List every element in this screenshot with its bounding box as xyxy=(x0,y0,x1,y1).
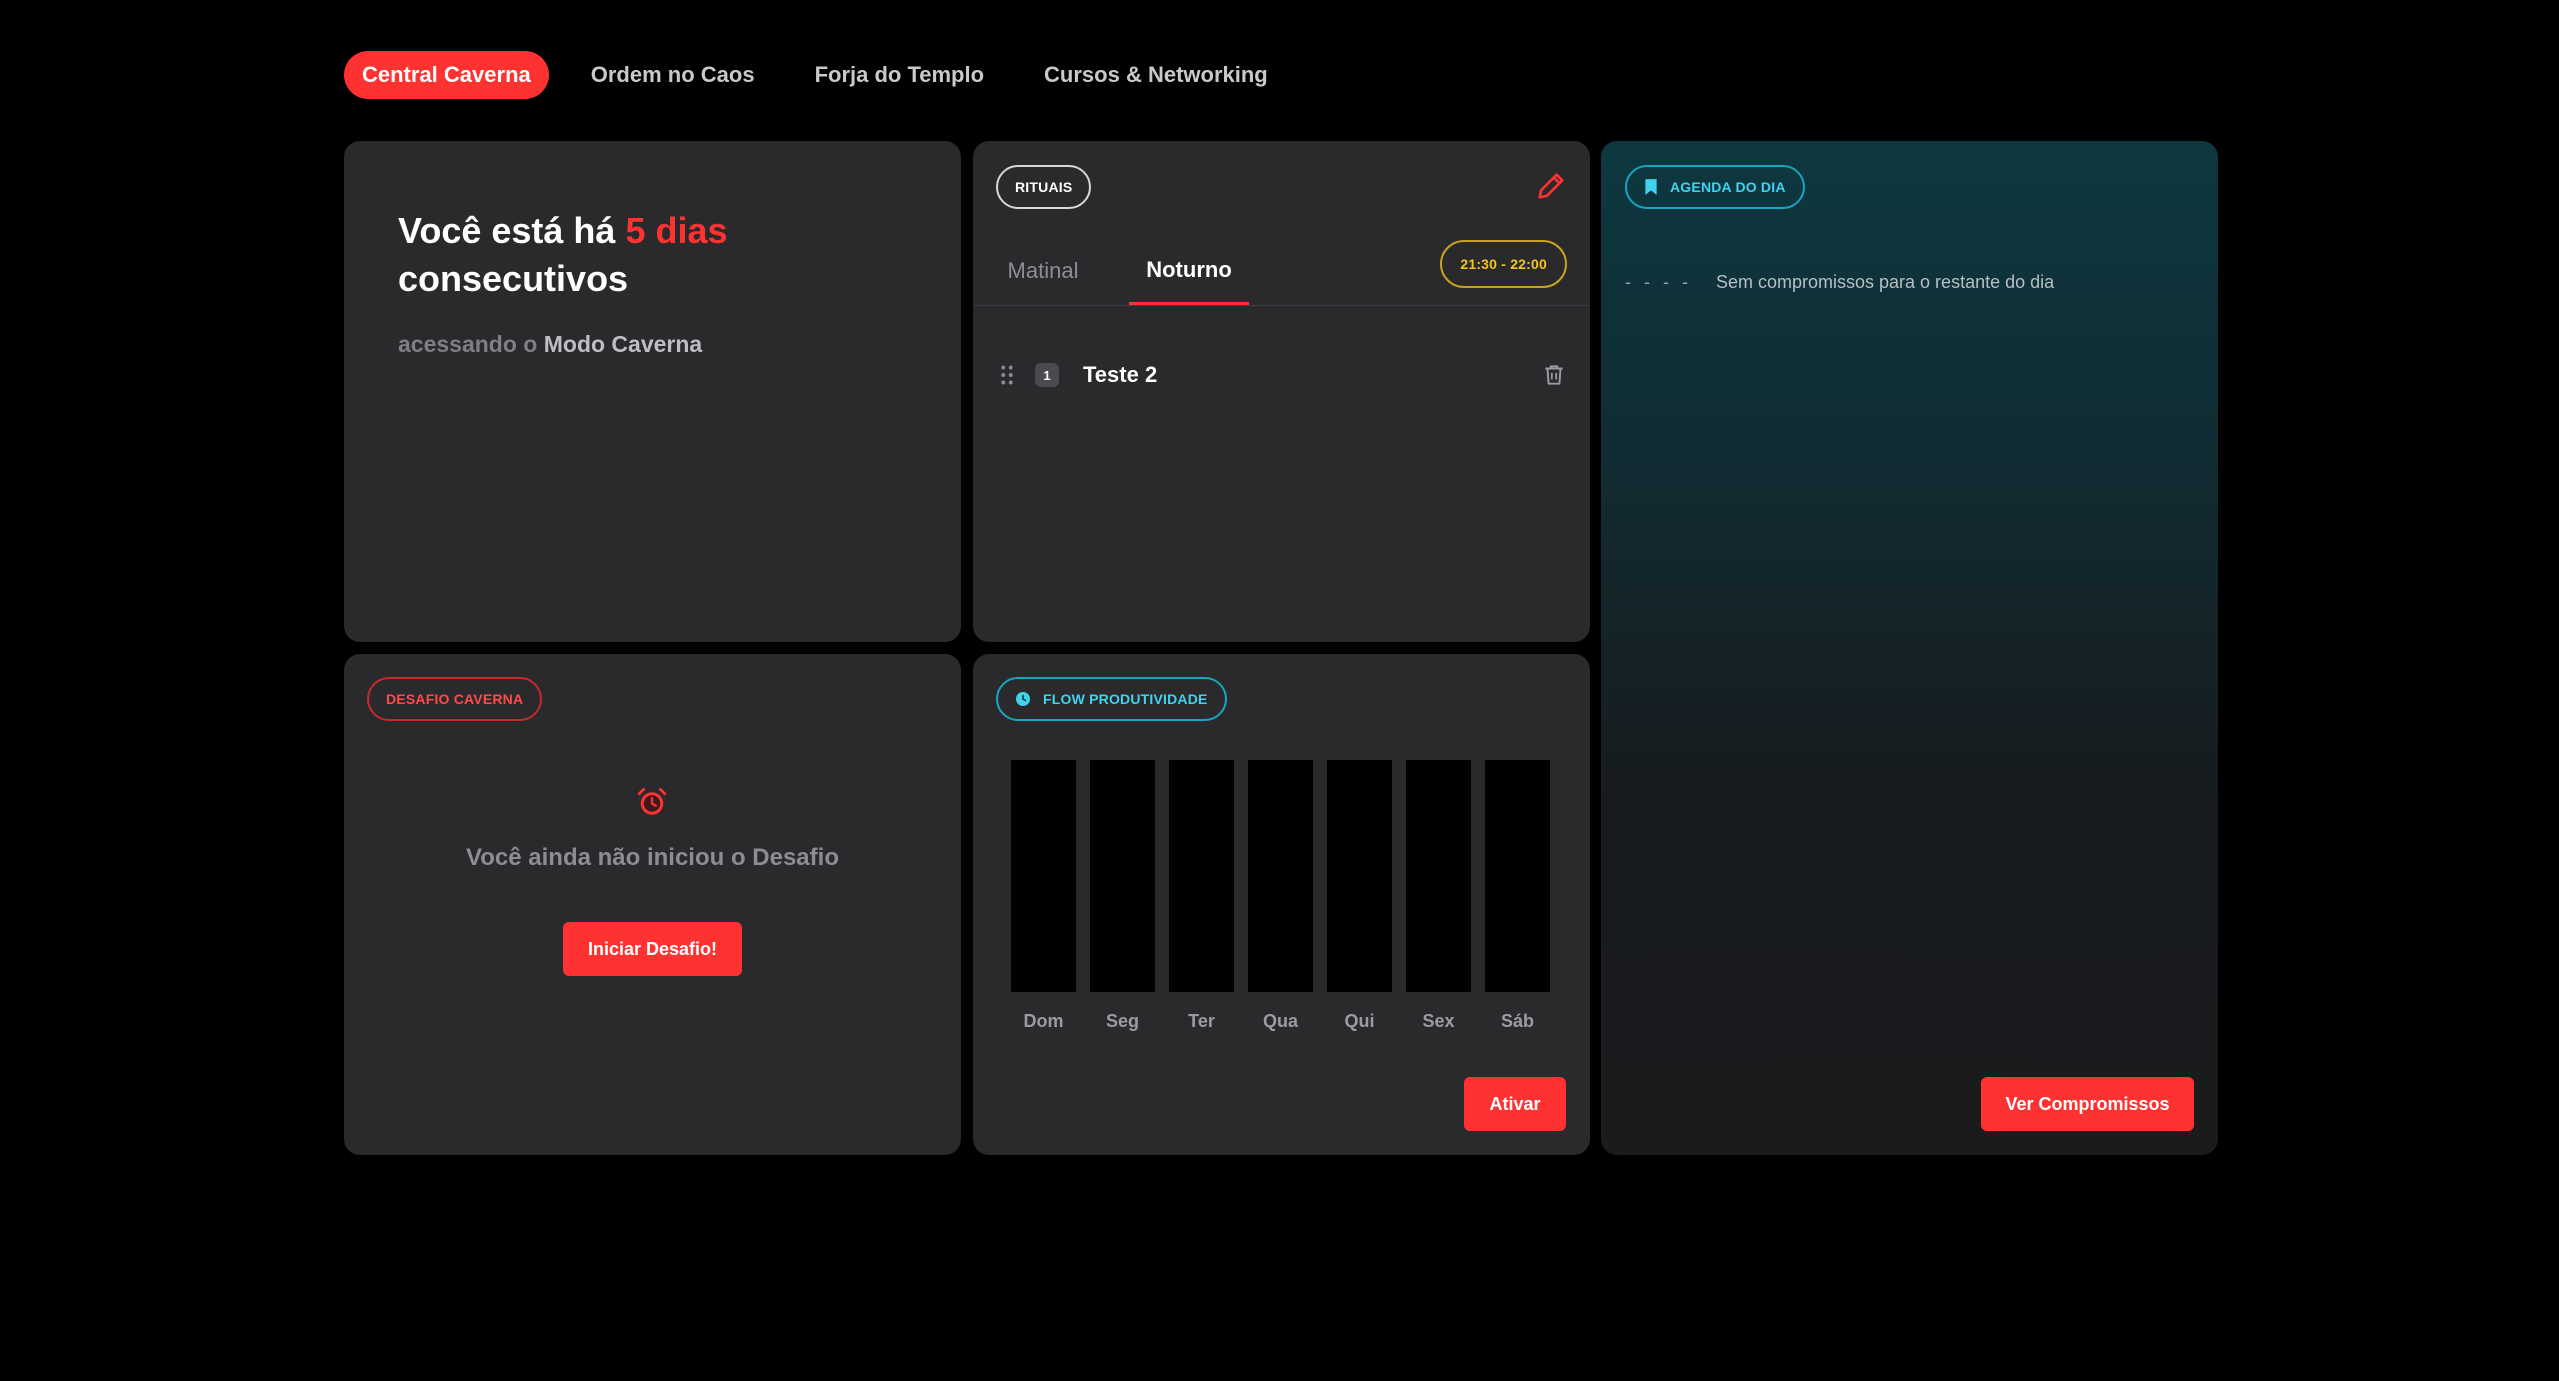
ver-compromissos-button[interactable]: Ver Compromissos xyxy=(1981,1077,2194,1131)
flow-day-label: Ter xyxy=(1188,1011,1215,1031)
flow-day-label: Sáb xyxy=(1500,1011,1534,1031)
flow-day-label: Seg xyxy=(1105,1011,1139,1031)
ritual-name: Teste 2 xyxy=(1083,362,1158,387)
flow-bar-4 xyxy=(1327,760,1392,992)
agenda-badge: AGENDA DO DIA xyxy=(1625,165,1805,209)
streak-days: 5 dias xyxy=(625,210,728,251)
agenda-dashes: - - - - xyxy=(1625,272,1692,292)
flow-badge-label: FLOW PRODUTIVIDADE xyxy=(1043,691,1208,707)
agenda-empty-state: - - - - Sem compromissos para o restante… xyxy=(1625,272,2054,293)
ritual-time-badge: 21:30 - 22:00 xyxy=(1440,240,1567,288)
agenda-empty-text: Sem compromissos para o restante do dia xyxy=(1715,272,2055,292)
flow-bar-2 xyxy=(1169,760,1234,992)
alarm-clock-icon xyxy=(637,787,667,815)
edit-pencil-icon[interactable] xyxy=(1534,169,1568,203)
drag-handle-icon[interactable] xyxy=(997,363,1017,387)
flow-badge: FLOW PRODUTIVIDADE xyxy=(996,677,1227,721)
challenge-status-text: Você ainda não iniciou o Desafio xyxy=(466,844,839,871)
iniciar-desafio-button[interactable]: Iniciar Desafio! xyxy=(563,922,742,976)
ritual-item: 1 Teste 2 xyxy=(997,353,1567,397)
streak-sub-prefix: acessando o xyxy=(398,331,538,357)
rituals-card: RITUAIS Matinal Noturno 21:30 - 22:00 1 … xyxy=(973,141,1590,642)
streak-suffix: consecutivos xyxy=(398,258,629,299)
flow-day-label: Dom xyxy=(1023,1011,1064,1031)
flow-bar-chart xyxy=(1011,760,1550,992)
flow-bar-5 xyxy=(1406,760,1471,992)
nav-central-caverna[interactable]: Central Caverna xyxy=(344,51,549,99)
tab-noturno[interactable]: Noturno xyxy=(1129,237,1249,305)
clock-icon xyxy=(1016,692,1030,706)
trash-icon[interactable] xyxy=(1541,362,1567,388)
nav-cursos-networking[interactable]: Cursos & Networking xyxy=(1026,51,1286,99)
challenge-card: DESAFIO CAVERNA Você ainda não iniciou o… xyxy=(344,654,961,1155)
flow-day-label: Qua xyxy=(1262,1011,1298,1031)
nav-forja-do-templo[interactable]: Forja do Templo xyxy=(797,51,1002,99)
top-nav: Central Caverna Ordem no Caos Forja do T… xyxy=(344,51,1310,99)
agenda-card: AGENDA DO DIA - - - - Sem compromissos p… xyxy=(1601,141,2218,1155)
flow-card: FLOW PRODUTIVIDADE Dom Seg Ter Qua Qui Sex Sáb… xyxy=(973,654,1590,1155)
challenge-badge: DESAFIO CAVERNA xyxy=(367,677,543,721)
flow-day-label: Sex xyxy=(1422,1011,1455,1031)
tab-matinal[interactable]: Matinal xyxy=(993,237,1093,305)
ritual-number: 1 xyxy=(1035,363,1059,387)
flow-bar-3 xyxy=(1248,760,1313,992)
streak-title: Você está há 5 dias consecutivos xyxy=(398,207,818,303)
flow-day-label: Qui xyxy=(1344,1011,1375,1031)
flow-bar-1 xyxy=(1090,760,1155,992)
streak-card: Você está há 5 dias consecutivos acessan… xyxy=(344,141,961,642)
streak-prefix: Você está há xyxy=(398,210,616,251)
flow-bar-6 xyxy=(1485,760,1550,992)
agenda-badge-label: AGENDA DO DIA xyxy=(1670,179,1786,195)
nav-ordem-no-caos[interactable]: Ordem no Caos xyxy=(573,51,773,99)
flow-bar-0 xyxy=(1011,760,1076,992)
streak-subtitle: acessando o Modo Caverna xyxy=(398,331,702,358)
rituals-badge: RITUAIS xyxy=(996,165,1092,209)
ativar-button[interactable]: Ativar xyxy=(1464,1077,1566,1131)
streak-sub-strong: Modo Caverna xyxy=(543,331,703,357)
bookmark-icon xyxy=(1645,179,1657,195)
